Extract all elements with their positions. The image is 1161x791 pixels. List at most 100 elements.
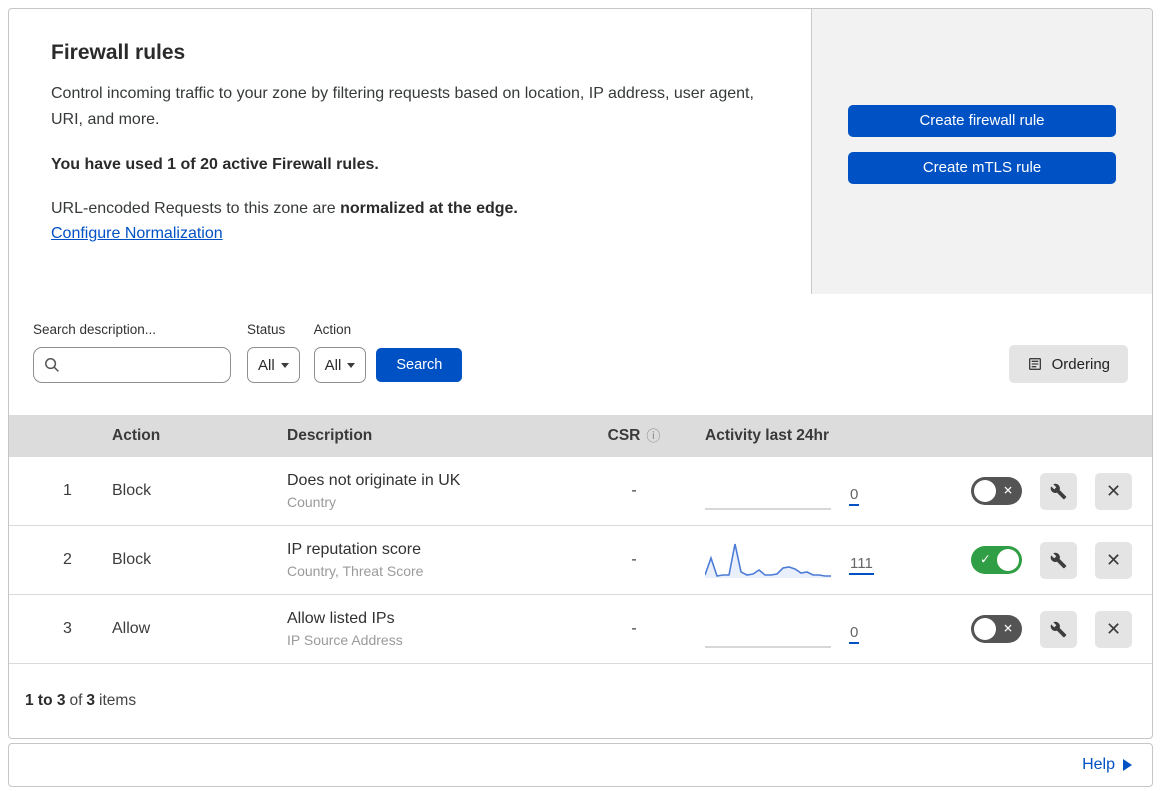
delete-rule-button[interactable]: ✕ — [1095, 610, 1132, 648]
column-description: Description — [287, 427, 373, 444]
edit-rule-button[interactable] — [1040, 610, 1077, 648]
page-description: Control incoming traffic to your zone by… — [51, 85, 754, 128]
wrench-icon — [1050, 483, 1067, 500]
rule-activity-cell: 111 — [689, 539, 939, 581]
toggle-knob — [974, 480, 996, 502]
rule-description-cell: Allow listed IPs IP Source Address — [279, 610, 579, 648]
wrench-icon — [1050, 621, 1067, 638]
configure-normalization-link[interactable]: Configure Normalization — [51, 225, 223, 243]
page-title: Firewall rules — [51, 41, 186, 64]
rule-priority: 3 — [63, 620, 72, 637]
create-actions-panel: Create firewall rule Create mTLS rule — [811, 9, 1152, 294]
overview-section: Firewall rules Control incoming traffic … — [9, 9, 1152, 294]
usage-summary: You have used 1 of 20 active Firewall ru… — [51, 156, 379, 174]
activity-count-link[interactable]: 111 — [849, 555, 874, 575]
search-input-wrapper — [33, 347, 248, 383]
create-firewall-rule-button[interactable]: Create firewall rule — [848, 104, 1116, 137]
rule-action: Allow — [112, 620, 151, 637]
action-filter-label: Action — [313, 322, 352, 337]
action-dropdown[interactable]: All — [313, 347, 367, 383]
check-icon: ✓ — [980, 551, 991, 567]
column-csr: CSR ⓘ — [607, 426, 661, 446]
action-dropdown-value: All — [324, 356, 342, 374]
help-bar: Help — [8, 743, 1153, 787]
chevron-down-icon — [347, 362, 356, 368]
table-row: 1 Block Does not originate in UK Country… — [9, 457, 1152, 526]
rule-description-cell: Does not originate in UK Country — [279, 472, 579, 510]
table-row: 2 Block IP reputation score Country, Thr… — [9, 526, 1152, 595]
summary-range: 1 to 3 — [25, 692, 66, 709]
summary-total: 3 — [86, 692, 96, 709]
close-icon: ✕ — [1105, 619, 1122, 639]
rule-fields: IP Source Address — [287, 632, 403, 648]
status-filter-group: Status All — [247, 322, 300, 383]
search-field-group: Search description... — [33, 322, 248, 383]
activity-sparkline — [705, 608, 831, 650]
status-dropdown[interactable]: All — [247, 347, 300, 383]
pagination-summary: 1 to 3 of 3 items — [9, 664, 1152, 738]
rule-enabled-toggle[interactable]: ✓ ✕ — [971, 546, 1022, 574]
ordering-list-icon — [1027, 356, 1043, 372]
status-dropdown-value: All — [258, 356, 275, 374]
close-icon: ✕ — [1105, 481, 1122, 501]
column-activity: Activity last 24hr — [705, 427, 830, 444]
activity-count-link[interactable]: 0 — [849, 486, 860, 506]
delete-rule-button[interactable]: ✕ — [1095, 541, 1132, 579]
activity-sparkline — [705, 470, 831, 512]
edit-rule-button[interactable] — [1040, 472, 1077, 510]
x-icon: ✕ — [1002, 621, 1013, 636]
activity-sparkline — [705, 539, 831, 581]
table-header: Action Description CSR ⓘ Activity last 2… — [9, 415, 1152, 457]
rule-description: Allow listed IPs — [287, 610, 395, 627]
summary-items: items — [99, 692, 137, 709]
rule-fields: Country, Threat Score — [287, 563, 424, 579]
activity-count-link[interactable]: 0 — [849, 624, 860, 644]
table-row: 3 Allow Allow listed IPs IP Source Addre… — [9, 595, 1152, 664]
rule-csr: - — [631, 482, 637, 499]
rule-description: Does not originate in UK — [287, 472, 461, 489]
firewall-rules-card: Firewall rules Control incoming traffic … — [8, 8, 1153, 739]
intro-text-block: Firewall rules Control incoming traffic … — [9, 9, 811, 294]
status-filter-label: Status — [247, 322, 286, 337]
firewall-rules-page: Firewall rules Control incoming traffic … — [0, 0, 1161, 791]
filter-bar: Search description... Status All Action — [9, 294, 1152, 415]
column-action: Action — [112, 427, 161, 444]
close-icon: ✕ — [1105, 550, 1122, 570]
rule-csr: - — [631, 620, 637, 637]
rule-enabled-toggle[interactable]: ✓ ✕ — [971, 615, 1022, 643]
rule-activity-cell: 0 — [689, 608, 939, 650]
rule-fields: Country — [287, 494, 337, 510]
normalization-text: URL-encoded Requests to this zone are no… — [51, 200, 518, 218]
delete-rule-button[interactable]: ✕ — [1095, 472, 1132, 510]
rule-controls: ✓ ✕ ✕ — [939, 472, 1152, 510]
rule-action: Block — [112, 482, 152, 499]
rule-controls: ✓ ✕ ✕ — [939, 610, 1152, 648]
search-button[interactable]: Search — [376, 348, 463, 382]
search-field-label: Search description... — [33, 322, 157, 337]
x-icon: ✕ — [1002, 483, 1013, 498]
wrench-icon — [1050, 552, 1067, 569]
create-mtls-rule-button[interactable]: Create mTLS rule — [848, 151, 1116, 184]
search-input[interactable] — [67, 357, 248, 373]
ordering-button[interactable]: Ordering — [1008, 345, 1128, 383]
rule-controls: ✓ ✕ ✕ — [939, 541, 1152, 579]
toggle-knob — [997, 549, 1019, 571]
info-icon[interactable]: ⓘ — [646, 426, 660, 446]
rule-description-cell: IP reputation score Country, Threat Scor… — [279, 541, 579, 579]
rule-action: Block — [112, 551, 152, 568]
chevron-down-icon — [280, 362, 289, 368]
help-link-label: Help — [1082, 756, 1115, 773]
rule-enabled-toggle[interactable]: ✓ ✕ — [971, 477, 1022, 505]
help-link[interactable]: Help — [1082, 756, 1132, 774]
rule-csr: - — [631, 551, 637, 568]
search-icon — [44, 357, 60, 373]
action-filter-group: Action All — [313, 322, 367, 383]
rule-description: IP reputation score — [287, 541, 422, 558]
summary-of: of — [69, 692, 83, 709]
rule-priority: 1 — [63, 482, 72, 499]
rule-activity-cell: 0 — [689, 470, 939, 512]
rule-priority: 2 — [63, 551, 72, 568]
edit-rule-button[interactable] — [1040, 541, 1077, 579]
arrow-right-icon — [1123, 759, 1132, 771]
ordering-button-label: Ordering — [1051, 355, 1110, 373]
